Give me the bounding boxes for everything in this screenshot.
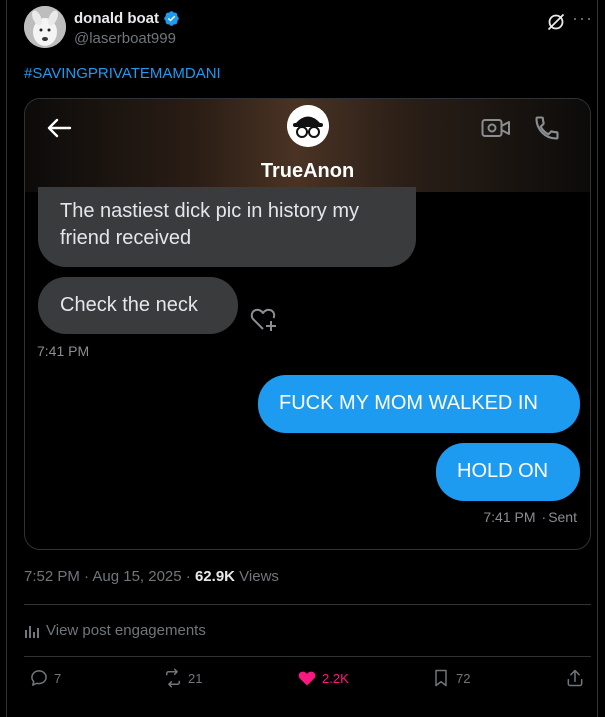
grok-icon[interactable] bbox=[546, 12, 566, 32]
views-label: Views bbox=[239, 568, 279, 585]
divider bbox=[24, 656, 591, 657]
message-timestamp: 7:41 PM bbox=[483, 509, 536, 525]
post-timestamp[interactable]: 7:52 PM · Aug 15, 2025 bbox=[24, 568, 182, 585]
video-call-icon bbox=[481, 119, 510, 137]
repost-count: 21 bbox=[188, 670, 203, 686]
message-outgoing: FUCK MY MOM WALKED IN bbox=[258, 375, 580, 433]
post-meta: 7:52 PM · Aug 15, 2025 · 62.9K Views bbox=[24, 568, 279, 585]
add-reaction-icon bbox=[250, 308, 276, 331]
author-display-name[interactable]: donald boat bbox=[74, 10, 159, 27]
post-hashtag[interactable]: #SAVINGPRIVATEMAMDANI bbox=[24, 65, 221, 82]
reply-icon bbox=[31, 670, 47, 686]
post-header: donald boat @laserboat999 ··· bbox=[24, 6, 594, 52]
message-outgoing: HOLD ON bbox=[436, 443, 580, 501]
message-receipt: 7:41 PM · Sent bbox=[483, 509, 577, 525]
author-handle[interactable]: @laserboat999 bbox=[74, 30, 176, 47]
dm-header: TrueAnon bbox=[25, 99, 590, 192]
action-bar: 7 21 2.2K 72 bbox=[24, 668, 591, 696]
frame-border-left bbox=[6, 0, 7, 717]
message-status: Sent bbox=[548, 509, 577, 525]
message-incoming: The nastiest dick pic in history my frie… bbox=[38, 187, 416, 267]
message-incoming: Check the neck bbox=[38, 277, 238, 334]
more-icon[interactable]: ··· bbox=[572, 8, 593, 29]
reply-count: 7 bbox=[54, 670, 62, 686]
dm-contact-name: TrueAnon bbox=[260, 160, 355, 182]
view-engagements-link[interactable]: View post engagements bbox=[24, 622, 206, 639]
avatar[interactable] bbox=[24, 6, 66, 48]
bookmark-count: 72 bbox=[456, 670, 471, 686]
like-count: 2.2K bbox=[322, 670, 349, 686]
back-arrow-icon bbox=[47, 118, 72, 138]
views-count: 62.9K bbox=[194, 568, 235, 585]
repost-button[interactable]: 21 bbox=[163, 668, 202, 688]
bookmark-icon bbox=[435, 669, 447, 687]
repost-icon bbox=[166, 668, 180, 688]
analytics-bars-icon bbox=[25, 625, 39, 638]
message-timestamp: 7:41 PM bbox=[37, 343, 90, 359]
divider bbox=[24, 604, 591, 605]
like-button[interactable]: 2.2K bbox=[297, 668, 349, 688]
dm-screenshot[interactable]: TrueAnon The nastiest dick pic in histor… bbox=[24, 98, 591, 550]
frame-border-right bbox=[597, 0, 598, 717]
share-icon bbox=[567, 669, 583, 687]
dm-contact-avatar bbox=[287, 105, 329, 147]
reply-button[interactable]: 7 bbox=[29, 668, 61, 688]
like-icon bbox=[298, 671, 316, 686]
verified-badge-icon bbox=[164, 11, 179, 26]
bookmark-button[interactable]: 72 bbox=[431, 668, 470, 688]
phone-icon bbox=[535, 116, 559, 140]
view-engagements-label[interactable]: View post engagements bbox=[46, 622, 206, 639]
share-button[interactable] bbox=[565, 668, 585, 688]
